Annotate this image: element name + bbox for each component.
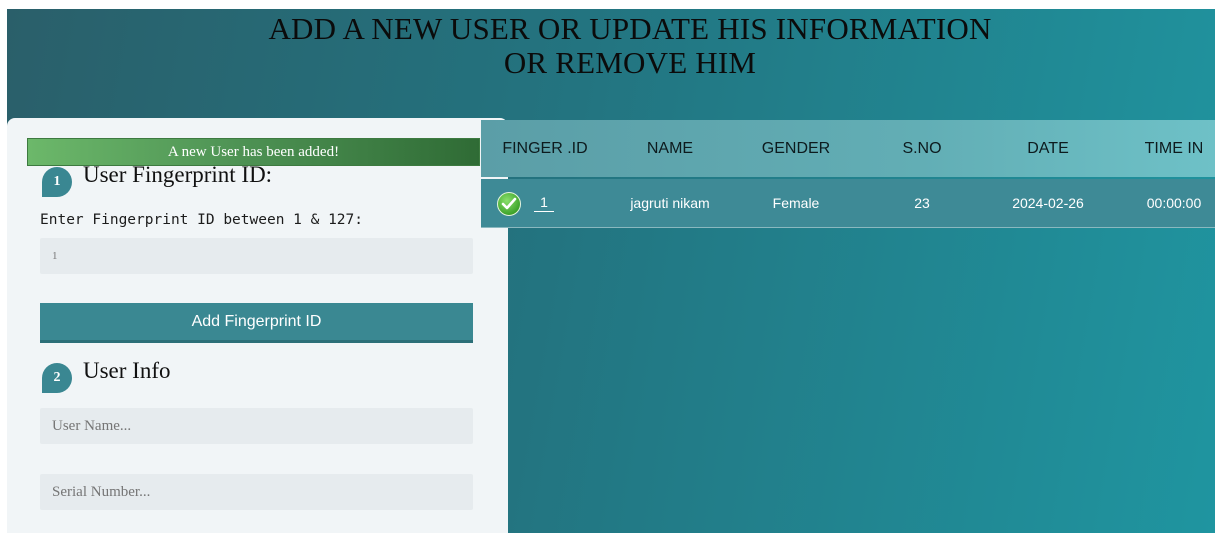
- user-name-input[interactable]: [40, 408, 473, 444]
- step-2-title: User Info: [83, 358, 171, 383]
- table-row[interactable]: 1 jagruti nikam Female 23 2024-02-26 00:…: [481, 179, 1215, 228]
- cell-gender: Female: [772, 195, 820, 211]
- add-fingerprint-id-button[interactable]: Add Fingerprint ID: [40, 303, 473, 343]
- user-form-panel: A new User has been added! 1 User Finger…: [7, 118, 508, 533]
- page-title-line-2: OR REMOVE HIM: [503, 45, 757, 80]
- page-title-line-1: ADD A NEW USER OR UPDATE HIS INFORMATION: [268, 11, 992, 46]
- page-title: ADD A NEW USER OR UPDATE HIS INFORMATION…: [0, 12, 1215, 80]
- step-1-badge: 1: [42, 167, 72, 197]
- step-2-badge: 2: [42, 363, 72, 393]
- column-header-gender[interactable]: GENDER: [731, 120, 861, 177]
- cell-date: 2024-02-26: [1012, 195, 1084, 211]
- column-header-serial-no[interactable]: S.NO: [861, 120, 983, 177]
- finger-id-link[interactable]: 1: [534, 195, 554, 212]
- users-table-header: FINGER .ID NAME GENDER S.NO DATE TIME IN: [481, 120, 1215, 177]
- fingerprint-id-label: Enter Fingerprint ID between 1 & 127:: [40, 212, 364, 228]
- check-circle-icon: [497, 192, 521, 216]
- fingerprint-id-input[interactable]: [40, 238, 473, 274]
- column-header-name[interactable]: NAME: [609, 120, 731, 177]
- column-header-time-in[interactable]: TIME IN: [1113, 120, 1215, 177]
- column-header-finger-id[interactable]: FINGER .ID: [481, 120, 609, 177]
- cell-serial-no: 23: [914, 195, 930, 211]
- column-header-date[interactable]: DATE: [983, 120, 1113, 177]
- serial-number-input[interactable]: [40, 474, 473, 510]
- cell-name: jagruti nikam: [630, 195, 710, 211]
- step-1-title: User Fingerprint ID:: [83, 162, 273, 187]
- cell-time-in: 00:00:00: [1146, 195, 1202, 211]
